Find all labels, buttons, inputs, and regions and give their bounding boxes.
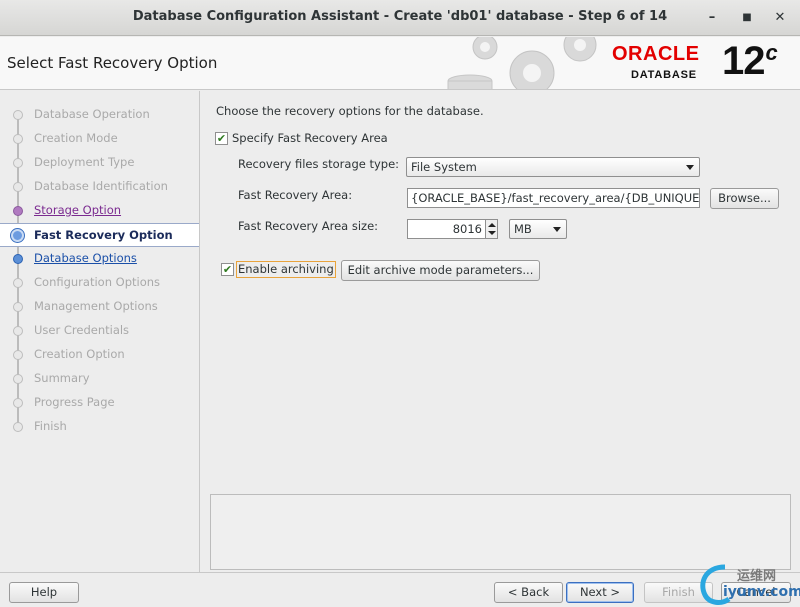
step-dot-icon bbox=[13, 278, 23, 288]
maximize-icon[interactable]: ■ bbox=[737, 8, 757, 28]
nav-item-label: Management Options bbox=[34, 299, 158, 313]
step-dot-icon bbox=[13, 206, 23, 216]
page-title: Select Fast Recovery Option bbox=[7, 54, 218, 72]
help-button[interactable]: Help bbox=[9, 582, 79, 603]
header-banner: Select Fast Recovery Option ORACLE DATAB… bbox=[0, 37, 800, 90]
nav-item-management-options: Management Options bbox=[0, 296, 199, 318]
nav-item-label: Fast Recovery Option bbox=[34, 228, 173, 242]
footer-divider bbox=[0, 572, 800, 573]
step-dot-icon bbox=[13, 350, 23, 360]
back-button[interactable]: < Back bbox=[494, 582, 563, 603]
fra-size-spinner[interactable] bbox=[485, 219, 498, 239]
oracle-database-label: DATABASE bbox=[631, 69, 697, 81]
step-dot-icon bbox=[13, 134, 23, 144]
step-dot-icon bbox=[13, 326, 23, 336]
chevron-down-icon bbox=[686, 165, 694, 170]
steps-nav: Database Operation Creation Mode Deploym… bbox=[0, 91, 200, 572]
nav-item-label: Database Identification bbox=[34, 179, 168, 193]
nav-item-label: Configuration Options bbox=[34, 275, 161, 289]
nav-item-label: Finish bbox=[34, 419, 67, 433]
fra-size-input[interactable]: 8016 bbox=[407, 219, 486, 239]
gears-graphic-icon bbox=[447, 37, 597, 89]
version-number: 12 bbox=[722, 39, 765, 83]
step-dot-icon bbox=[13, 158, 23, 168]
enable-archiving-label[interactable]: Enable archiving bbox=[236, 261, 336, 278]
step-dot-icon bbox=[13, 182, 23, 192]
fra-location-input[interactable]: {ORACLE_BASE}/fast_recovery_area/{DB_UNI… bbox=[407, 188, 700, 208]
step-dot-icon bbox=[13, 302, 23, 312]
message-panel bbox=[210, 494, 791, 570]
storage-type-value: File System bbox=[411, 160, 477, 174]
step-dot-icon bbox=[13, 254, 23, 264]
nav-item-label[interactable]: Database Options bbox=[34, 251, 137, 265]
nav-item-summary: Summary bbox=[0, 368, 199, 390]
watermark: 运维网 iyunv.com bbox=[695, 561, 800, 607]
minimize-icon[interactable]: – bbox=[702, 8, 722, 28]
main-panel: Choose the recovery options for the data… bbox=[201, 91, 800, 572]
version-suffix: c bbox=[765, 40, 778, 65]
step-dot-icon bbox=[13, 398, 23, 408]
watermark-site-text: iyunv.com bbox=[723, 584, 800, 600]
step-dot-icon bbox=[13, 422, 23, 432]
nav-item-label: Creation Option bbox=[34, 347, 125, 361]
nav-item-database-options[interactable]: Database Options bbox=[0, 248, 199, 270]
spinner-down-icon[interactable] bbox=[488, 231, 496, 235]
instructions-text: Choose the recovery options for the data… bbox=[216, 104, 484, 118]
nav-item-label: Progress Page bbox=[34, 395, 115, 409]
oracle-brand: ORACLE bbox=[612, 43, 700, 65]
nav-item-database-identification: Database Identification bbox=[0, 176, 199, 198]
next-button[interactable]: Next > bbox=[566, 582, 634, 603]
nav-item-deployment-type: Deployment Type bbox=[0, 152, 199, 174]
watermark-cn-text: 运维网 bbox=[737, 569, 777, 584]
window-titlebar: Database Configuration Assistant - Creat… bbox=[0, 0, 800, 36]
nav-item-configuration-options: Configuration Options bbox=[0, 272, 199, 294]
specify-fra-checkbox[interactable]: ✔ bbox=[215, 132, 228, 145]
close-icon[interactable]: ✕ bbox=[770, 8, 790, 28]
nav-item-label: User Credentials bbox=[34, 323, 130, 337]
nav-item-progress-page: Progress Page bbox=[0, 392, 199, 414]
enable-archiving-checkbox[interactable]: ✔ bbox=[221, 263, 234, 276]
nav-item-label: Database Operation bbox=[34, 107, 150, 121]
browse-button[interactable]: Browse... bbox=[710, 188, 779, 209]
specify-fra-label[interactable]: Specify Fast Recovery Area bbox=[232, 131, 388, 145]
nav-item-fast-recovery-option: Fast Recovery Option bbox=[0, 223, 199, 247]
nav-item-database-operation: Database Operation bbox=[0, 104, 199, 126]
step-dot-icon bbox=[13, 110, 23, 120]
nav-item-label: Summary bbox=[34, 371, 90, 385]
chevron-down-icon bbox=[553, 227, 561, 232]
nav-item-label: Creation Mode bbox=[34, 131, 118, 145]
fra-size-unit-select[interactable]: MB bbox=[509, 219, 567, 239]
nav-item-finish: Finish bbox=[0, 416, 199, 438]
storage-type-select[interactable]: File System bbox=[406, 157, 700, 177]
current-step-dot-icon bbox=[11, 229, 24, 242]
nav-item-creation-mode: Creation Mode bbox=[0, 128, 199, 150]
nav-item-label: Deployment Type bbox=[34, 155, 135, 169]
step-dot-icon bbox=[13, 374, 23, 384]
storage-type-label: Recovery files storage type: bbox=[238, 157, 400, 171]
nav-item-user-credentials: User Credentials bbox=[0, 320, 199, 342]
nav-item-creation-option: Creation Option bbox=[0, 344, 199, 366]
fra-location-label: Fast Recovery Area: bbox=[238, 188, 353, 202]
fra-size-unit-value: MB bbox=[514, 222, 532, 236]
edit-archive-mode-button[interactable]: Edit archive mode parameters... bbox=[341, 260, 540, 281]
spinner-up-icon[interactable] bbox=[488, 223, 496, 227]
window-title: Database Configuration Assistant - Creat… bbox=[132, 9, 668, 24]
nav-item-storage-option[interactable]: Storage Option bbox=[0, 200, 199, 222]
nav-item-label[interactable]: Storage Option bbox=[34, 203, 121, 217]
oracle-logo: ORACLE DATABASE bbox=[612, 43, 720, 85]
fra-size-label: Fast Recovery Area size: bbox=[238, 219, 379, 233]
version-logo: 12c bbox=[722, 39, 778, 84]
